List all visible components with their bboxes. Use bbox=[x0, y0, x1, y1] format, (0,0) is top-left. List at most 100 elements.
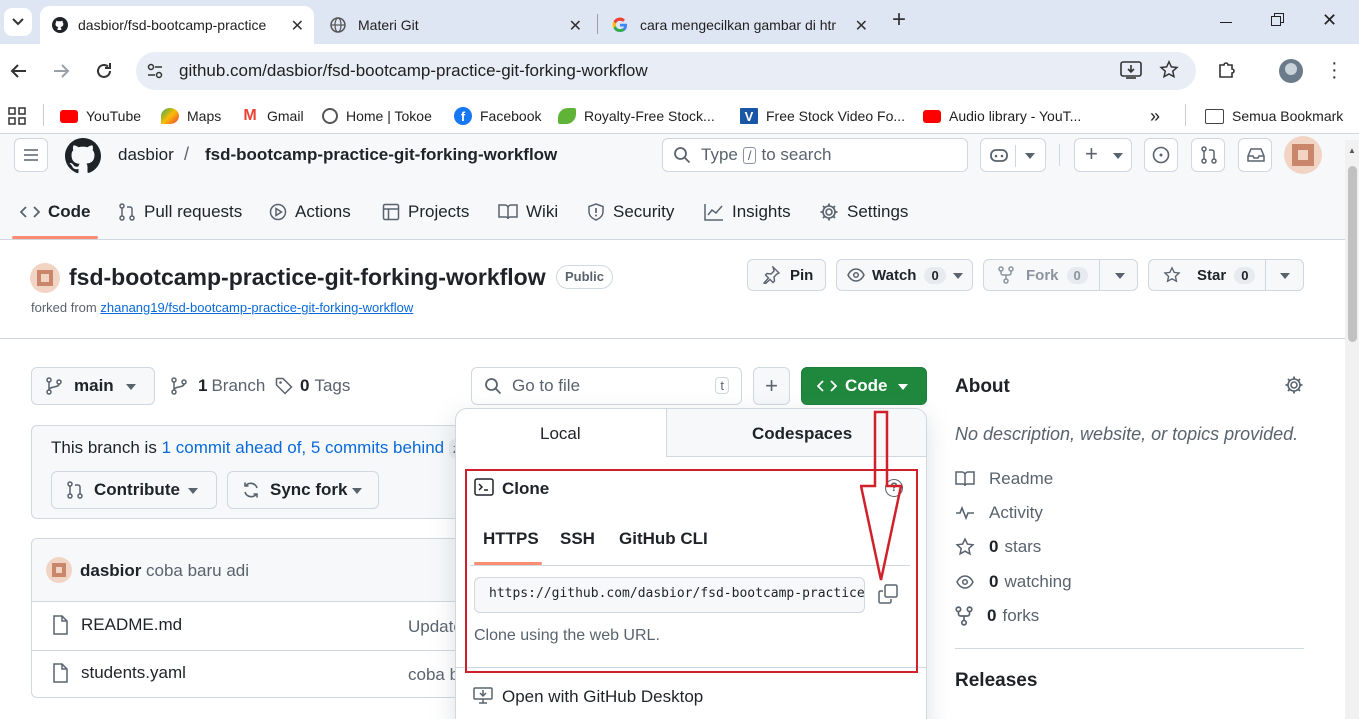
github-logo-icon[interactable] bbox=[65, 138, 101, 174]
bookmark-facebook[interactable]: f Facebook bbox=[454, 106, 541, 126]
all-bookmarks-folder[interactable]: Semua Bookmark bbox=[1205, 106, 1343, 126]
file-row[interactable]: README.md bbox=[52, 615, 182, 635]
more-bookmarks-button[interactable]: » bbox=[1150, 106, 1160, 126]
status-prefix: This branch is bbox=[51, 438, 157, 457]
bookmark-maps[interactable]: Maps bbox=[161, 106, 221, 126]
browser-tab-google[interactable]: cara mengecilkan gambar di htr ✕ bbox=[602, 6, 878, 44]
activity-label: Activity bbox=[989, 503, 1043, 522]
forks-link[interactable]: 0 forks bbox=[955, 605, 1039, 627]
shield-icon bbox=[588, 203, 604, 221]
tab-code[interactable]: Code bbox=[20, 200, 91, 224]
commits-behind-link[interactable]: 5 commits behind bbox=[311, 438, 444, 457]
open-github-desktop[interactable]: Open with GitHub Desktop bbox=[502, 687, 703, 707]
activity-link[interactable]: Activity bbox=[955, 502, 1043, 524]
reload-button[interactable] bbox=[93, 60, 115, 82]
pull-requests-button[interactable] bbox=[1191, 138, 1225, 172]
repo-name[interactable]: fsd-bootcamp-practice-git-forking-workfl… bbox=[69, 264, 546, 291]
site-info-icon[interactable] bbox=[146, 62, 164, 80]
close-tab-icon[interactable]: ✕ bbox=[291, 16, 304, 36]
go-to-file-input[interactable]: Go to file t bbox=[471, 367, 742, 405]
file-name[interactable]: students.yaml bbox=[81, 663, 186, 683]
code-dropdown-button[interactable]: Code bbox=[801, 367, 927, 405]
back-button[interactable] bbox=[8, 60, 30, 82]
star-button[interactable]: Star 0 bbox=[1148, 259, 1304, 291]
browser-tab-github[interactable]: dasbior/fsd-bootcamp-practice ✕ bbox=[40, 6, 314, 44]
commit-author[interactable]: dasbior bbox=[80, 561, 141, 581]
globe-icon bbox=[322, 108, 338, 124]
stars-link[interactable]: 0 stars bbox=[955, 536, 1041, 558]
commit-author-avatar[interactable] bbox=[46, 557, 72, 583]
bookmarks-divider bbox=[43, 104, 44, 126]
sync-fork-button[interactable]: Sync fork bbox=[227, 471, 379, 509]
branch-selector[interactable]: main bbox=[31, 367, 155, 405]
close-tab-icon[interactable]: ✕ bbox=[855, 16, 868, 36]
header-divider bbox=[1059, 144, 1060, 166]
install-app-icon[interactable] bbox=[1120, 60, 1142, 80]
scroll-up-arrow[interactable]: ▲ bbox=[1348, 146, 1356, 155]
branches-link[interactable]: 1 Branch bbox=[171, 376, 265, 396]
copilot-button[interactable] bbox=[980, 138, 1046, 172]
bookmark-royalty-free[interactable]: Royalty-Free Stock... bbox=[558, 106, 715, 126]
watching-link[interactable]: 0 watching bbox=[955, 571, 1072, 593]
fork-button[interactable]: Fork 0 bbox=[983, 259, 1138, 291]
close-window-button[interactable]: ✕ bbox=[1322, 10, 1337, 31]
tab-pull-requests[interactable]: Pull requests bbox=[118, 200, 242, 224]
bookmark-star-icon[interactable] bbox=[1158, 59, 1180, 81]
commits-ahead-link[interactable]: 1 commit ahead of, bbox=[162, 438, 307, 457]
issues-button[interactable] bbox=[1144, 138, 1178, 172]
forward-button[interactable] bbox=[50, 60, 72, 82]
tab-local[interactable]: Local bbox=[540, 424, 581, 444]
tab-wiki[interactable]: Wiki bbox=[498, 200, 558, 224]
repo-owner-avatar[interactable] bbox=[30, 263, 60, 293]
tab-insights[interactable]: Insights bbox=[704, 200, 791, 224]
browser-menu-icon[interactable]: · · · bbox=[1331, 53, 1338, 87]
apps-grid-icon[interactable] bbox=[8, 107, 26, 125]
user-avatar[interactable] bbox=[1284, 136, 1322, 174]
file-row[interactable]: students.yaml bbox=[52, 663, 186, 683]
bookmark-gmail[interactable]: M Gmail bbox=[241, 106, 303, 126]
minimize-button[interactable] bbox=[1214, 12, 1238, 32]
tab-settings[interactable]: Settings bbox=[819, 200, 908, 224]
hamburger-menu-button[interactable] bbox=[14, 138, 48, 172]
browser-tab-materi-git[interactable]: Materi Git ✕ bbox=[320, 6, 592, 44]
contribute-button[interactable]: Contribute bbox=[51, 471, 217, 509]
commit-message[interactable]: coba baru adi bbox=[146, 561, 249, 581]
watch-button[interactable]: Watch 0 bbox=[836, 259, 973, 291]
tab-codespaces[interactable]: Codespaces bbox=[752, 424, 852, 444]
tags-link[interactable]: 0 Tags bbox=[275, 376, 350, 396]
global-search-input[interactable]: Type / to search bbox=[662, 138, 968, 172]
close-tab-icon[interactable]: ✕ bbox=[569, 16, 582, 36]
pin-button[interactable]: Pin bbox=[747, 259, 826, 291]
tab-search-button[interactable] bbox=[4, 8, 32, 36]
sync-icon bbox=[244, 482, 258, 498]
tab-projects[interactable]: Projects bbox=[382, 200, 469, 224]
bookmark-audio-library[interactable]: Audio library - YouT... bbox=[923, 106, 1081, 126]
inbox-button[interactable] bbox=[1238, 138, 1272, 172]
chevron-down-icon bbox=[1025, 153, 1035, 159]
create-new-button[interactable]: + bbox=[1074, 138, 1132, 172]
fork-icon bbox=[998, 266, 1014, 284]
profile-avatar[interactable] bbox=[1279, 59, 1303, 83]
readme-link[interactable]: Readme bbox=[955, 468, 1053, 490]
bookmark-tokoe[interactable]: Home | Tokoe bbox=[322, 106, 432, 126]
releases-heading[interactable]: Releases bbox=[955, 670, 1037, 692]
tab-security[interactable]: Security bbox=[587, 200, 674, 224]
bookmark-youtube[interactable]: YouTube bbox=[60, 106, 141, 126]
tags-count: 0 bbox=[300, 376, 310, 395]
file-commit-message[interactable]: Update bbox=[408, 617, 461, 637]
page-scrollbar[interactable]: ▲ bbox=[1345, 140, 1359, 719]
bookmark-free-stock-video[interactable]: V Free Stock Video Fo... bbox=[740, 106, 905, 126]
tab-actions[interactable]: Actions bbox=[269, 200, 351, 224]
file-name[interactable]: README.md bbox=[81, 615, 182, 635]
extensions-icon[interactable] bbox=[1216, 59, 1238, 81]
scrollbar-thumb[interactable] bbox=[1348, 166, 1357, 342]
breadcrumb-owner[interactable]: dasbior bbox=[118, 145, 174, 165]
add-file-button[interactable]: + bbox=[753, 367, 790, 405]
breadcrumb-repo[interactable]: fsd-bootcamp-practice-git-forking-workfl… bbox=[205, 145, 557, 165]
file-commit-message[interactable]: coba b bbox=[408, 665, 461, 685]
about-settings-gear-icon[interactable] bbox=[1284, 375, 1304, 395]
url-text[interactable]: github.com/dasbior/fsd-bootcamp-practice… bbox=[179, 61, 648, 81]
restore-button[interactable] bbox=[1271, 13, 1285, 27]
new-tab-button[interactable]: + bbox=[884, 8, 914, 34]
forked-from-link[interactable]: zhanang19/fsd-bootcamp-practice-git-fork… bbox=[100, 300, 413, 315]
